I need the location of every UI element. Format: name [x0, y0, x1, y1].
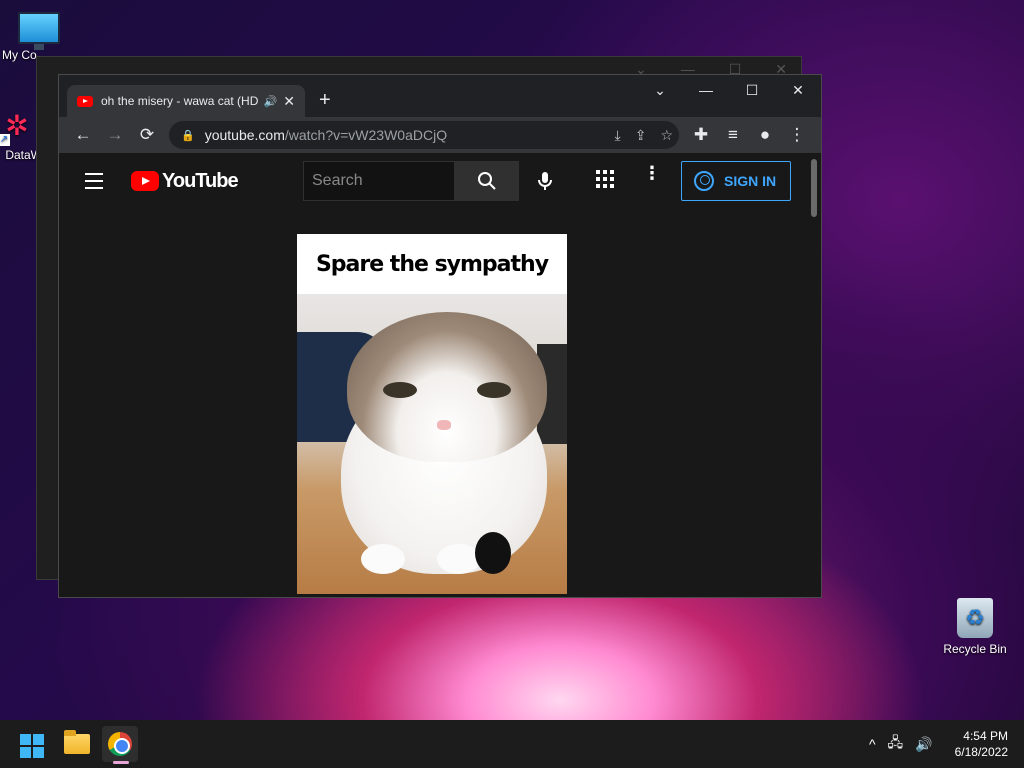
toolbar-right-group: ✚ ≡ ● ⋮: [685, 121, 813, 149]
media-control-icon[interactable]: ≡: [717, 121, 749, 149]
folder-icon: [64, 730, 90, 754]
window-controls: ⌄ — ☐ ✕: [637, 75, 821, 105]
youtube-logo[interactable]: YouTube: [131, 169, 239, 193]
datawrapper-icon: ✲ ↗: [0, 110, 29, 146]
desktop-icon-recycle-bin[interactable]: ♻ Recycle Bin: [938, 598, 1012, 656]
close-button[interactable]: ✕: [775, 75, 821, 105]
chrome-window: oh the misery - wawa cat (HD 🔊 ✕ + ⌄ — ☐…: [58, 74, 822, 598]
browser-tab[interactable]: oh the misery - wawa cat (HD 🔊 ✕: [67, 85, 305, 117]
browser-toolbar: ← → ⟳ 🔒 youtube.com /watch?v=vW23W0aDCjQ…: [59, 117, 821, 153]
youtube-logo-text: YouTube: [162, 169, 239, 192]
volume-icon[interactable]: 🔊: [915, 736, 932, 753]
account-icon: [694, 171, 714, 191]
search-box: [303, 161, 519, 201]
profile-icon[interactable]: ●: [749, 121, 781, 149]
video-frame-cat: [297, 294, 567, 594]
share-icon[interactable]: ⇪: [635, 127, 647, 144]
tab-search-button[interactable]: ⌄: [637, 75, 683, 105]
youtube-play-icon: [131, 171, 159, 191]
desktop-icon-my-computer[interactable]: My Co: [2, 12, 76, 62]
video-player[interactable]: Spare the sympathy: [297, 234, 567, 594]
shortcut-arrow-icon: ↗: [0, 134, 10, 146]
search-input[interactable]: [303, 161, 455, 201]
chrome-menu-icon[interactable]: ⋮: [781, 121, 813, 149]
chrome-icon: [108, 732, 132, 756]
address-bar[interactable]: 🔒 youtube.com /watch?v=vW23W0aDCjQ ⤓ ⇪ ☆: [169, 121, 679, 149]
maximize-button[interactable]: ☐: [729, 75, 775, 105]
forward-button[interactable]: →: [99, 121, 131, 149]
speaker-icon[interactable]: 🔊: [264, 95, 278, 108]
url-path: /watch?v=vW23W0aDCjQ: [284, 127, 448, 143]
taskbar-chrome[interactable]: [102, 726, 138, 762]
voice-search-button[interactable]: [525, 161, 565, 201]
video-caption: Spare the sympathy: [297, 234, 567, 294]
search-icon: [478, 172, 496, 190]
minimize-button[interactable]: —: [683, 75, 729, 105]
clock-time: 4:54 PM: [963, 729, 1008, 743]
tab-strip: oh the misery - wawa cat (HD 🔊 ✕ + ⌄ — ☐…: [59, 75, 821, 117]
page-viewport: YouTube ⋮ SIGN IN Spare the sympathy: [59, 153, 821, 597]
taskbar-file-explorer[interactable]: [59, 726, 95, 762]
tab-title: oh the misery - wawa cat (HD: [101, 94, 258, 108]
sign-in-label: SIGN IN: [724, 173, 777, 189]
youtube-favicon-icon: [77, 95, 93, 107]
settings-more-icon[interactable]: ⋮: [643, 163, 661, 184]
lock-icon[interactable]: 🔒: [181, 129, 195, 142]
network-icon[interactable]: 🖧: [888, 732, 904, 756]
taskbar: ^ 🖧 🔊 4:54 PM 6/18/2022: [0, 720, 1024, 768]
microphone-icon: [538, 172, 552, 190]
youtube-header: YouTube ⋮ SIGN IN: [59, 153, 821, 209]
desktop-icon-label: Recycle Bin: [943, 642, 1007, 656]
bookmark-star-icon[interactable]: ☆: [660, 127, 673, 144]
hamburger-menu-icon[interactable]: [75, 161, 115, 201]
url-host: youtube.com: [204, 127, 285, 143]
recycle-bin-icon: ♻: [957, 598, 993, 638]
clock[interactable]: 4:54 PM 6/18/2022: [955, 728, 1008, 760]
show-hidden-icons-chevron-icon[interactable]: ^: [869, 736, 876, 752]
reload-button[interactable]: ⟳: [131, 121, 163, 149]
clock-date: 6/18/2022: [954, 745, 1008, 759]
tab-close-icon[interactable]: ✕: [283, 93, 295, 110]
page-scrollbar[interactable]: [811, 159, 817, 217]
back-button[interactable]: ←: [67, 121, 99, 149]
search-button[interactable]: [455, 161, 519, 201]
youtube-apps-icon[interactable]: [591, 165, 619, 193]
extensions-icon[interactable]: ✚: [685, 121, 717, 149]
install-app-icon[interactable]: ⤓: [615, 127, 621, 144]
monitor-icon: [18, 12, 60, 50]
new-tab-button[interactable]: +: [319, 89, 331, 112]
sign-in-button[interactable]: SIGN IN: [681, 161, 792, 201]
system-tray: ^ 🖧 🔊 4:54 PM 6/18/2022: [869, 720, 1008, 768]
windows-start-icon[interactable]: [20, 734, 44, 758]
active-app-indicator: [113, 761, 129, 764]
